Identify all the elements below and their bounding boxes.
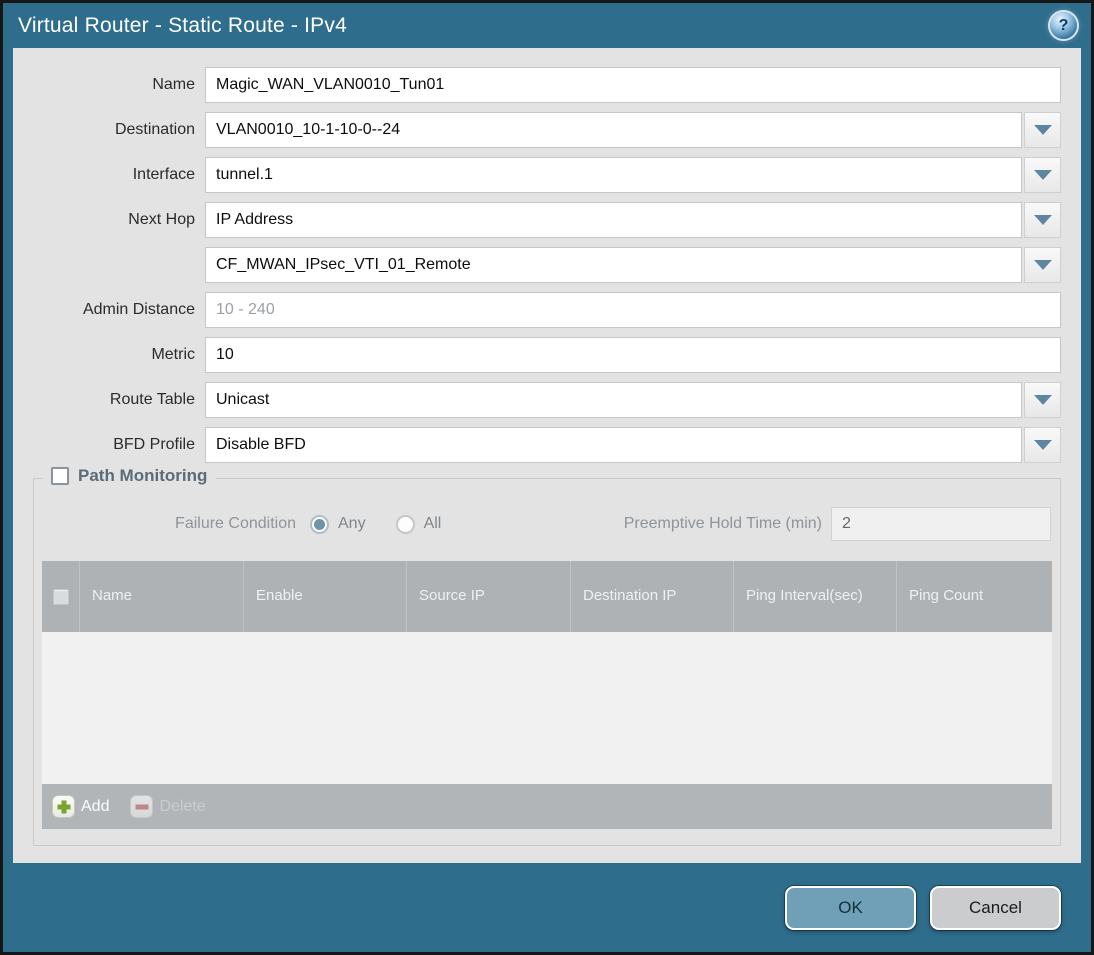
- row-next-hop-address: [13, 247, 1061, 283]
- path-monitoring-title: Path Monitoring: [78, 466, 208, 485]
- failure-condition-row: Failure Condition Any All Preemptive Hol…: [34, 506, 1060, 542]
- add-button[interactable]: Add: [53, 796, 109, 817]
- col-name-header: Name: [80, 561, 244, 632]
- destination-dropdown-button[interactable]: [1024, 112, 1061, 148]
- radio-any: Any: [310, 514, 366, 534]
- path-monitoring-legend: Path Monitoring: [42, 466, 217, 486]
- bfd-profile-input[interactable]: [205, 427, 1022, 463]
- dialog-title: Virtual Router - Static Route - IPv4: [18, 13, 347, 37]
- table-body-empty: [42, 632, 1052, 784]
- add-button-label: Add: [81, 797, 110, 815]
- admin-distance-input[interactable]: [205, 292, 1061, 328]
- select-all-checkbox-cell: [42, 561, 80, 632]
- path-monitoring-checkbox[interactable]: [51, 467, 69, 485]
- destination-input[interactable]: [205, 112, 1022, 148]
- static-route-dialog: Virtual Router - Static Route - IPv4 ? N…: [0, 0, 1094, 955]
- admin-distance-label: Admin Distance: [82, 301, 195, 318]
- col-source-ip-header: Source IP: [407, 561, 571, 632]
- next-hop-address-dropdown-button[interactable]: [1024, 247, 1061, 283]
- chevron-down-icon: [1033, 395, 1052, 405]
- row-route-table: Route Table: [13, 382, 1061, 418]
- path-monitoring-group: Path Monitoring Failure Condition Any Al…: [33, 466, 1061, 846]
- path-monitoring-table: Name Enable Source IP Destination IP Pin…: [42, 561, 1052, 829]
- minus-icon: [131, 796, 153, 817]
- radio-all-label: All: [423, 515, 442, 532]
- radio-any-button: [310, 514, 329, 534]
- dialog-footer: OK Cancel: [3, 863, 1091, 952]
- preemptive-hold-time-label: Preemptive Hold Time (min): [623, 515, 822, 532]
- row-admin-distance: Admin Distance: [13, 292, 1061, 328]
- row-destination: Destination: [13, 112, 1061, 148]
- table-header-row: Name Enable Source IP Destination IP Pin…: [42, 561, 1052, 632]
- row-bfd-profile: BFD Profile: [13, 427, 1061, 463]
- cancel-button[interactable]: Cancel: [930, 885, 1061, 930]
- chevron-down-icon: [1033, 260, 1052, 270]
- help-icon[interactable]: ?: [1050, 12, 1077, 39]
- chevron-down-icon: [1033, 215, 1052, 225]
- next-hop-label: Next Hop: [128, 211, 195, 228]
- chevron-down-icon: [1033, 170, 1052, 180]
- next-hop-dropdown-button[interactable]: [1024, 202, 1061, 238]
- next-hop-address-input[interactable]: [205, 247, 1022, 283]
- preemptive-hold-time-input: [831, 507, 1051, 541]
- table-toolbar: Add Delete: [42, 784, 1052, 829]
- bfd-profile-dropdown-button[interactable]: [1024, 427, 1061, 463]
- col-enable-header: Enable: [244, 561, 407, 632]
- col-destination-ip-header: Destination IP: [571, 561, 734, 632]
- row-name: Name: [13, 67, 1061, 103]
- row-next-hop: Next Hop: [13, 202, 1061, 238]
- route-table-label: Route Table: [109, 391, 195, 408]
- chevron-down-icon: [1033, 125, 1052, 135]
- route-table-dropdown-button[interactable]: [1024, 382, 1061, 418]
- row-interface: Interface: [13, 157, 1061, 193]
- delete-button-label: Delete: [159, 797, 206, 815]
- titlebar: Virtual Router - Static Route - IPv4 ?: [3, 3, 1091, 48]
- radio-any-label: Any: [338, 515, 366, 532]
- route-table-input[interactable]: [205, 382, 1022, 418]
- interface-dropdown-button[interactable]: [1024, 157, 1061, 193]
- row-metric: Metric: [13, 337, 1061, 373]
- bfd-profile-label: BFD Profile: [113, 436, 195, 453]
- col-ping-count-header: Ping Count: [909, 587, 984, 605]
- chevron-down-icon: [1033, 440, 1052, 450]
- destination-label: Destination: [114, 121, 195, 138]
- interface-label: Interface: [132, 166, 195, 183]
- failure-condition-label: Failure Condition: [175, 515, 296, 532]
- metric-label: Metric: [151, 346, 195, 363]
- select-all-checkbox: [52, 588, 69, 605]
- next-hop-type-input[interactable]: [205, 202, 1022, 238]
- metric-input[interactable]: [205, 337, 1061, 373]
- radio-all: All: [395, 514, 442, 534]
- interface-input[interactable]: [205, 157, 1022, 193]
- ok-button[interactable]: OK: [785, 885, 916, 930]
- name-label: Name: [152, 76, 195, 93]
- plus-icon: [53, 796, 74, 817]
- name-input[interactable]: [205, 67, 1061, 103]
- dialog-body: Name Destination Interface: [13, 48, 1081, 863]
- radio-all-button: [395, 514, 415, 534]
- col-ping-interval-header: Ping Interval(sec): [734, 561, 897, 632]
- delete-button: Delete: [131, 796, 206, 817]
